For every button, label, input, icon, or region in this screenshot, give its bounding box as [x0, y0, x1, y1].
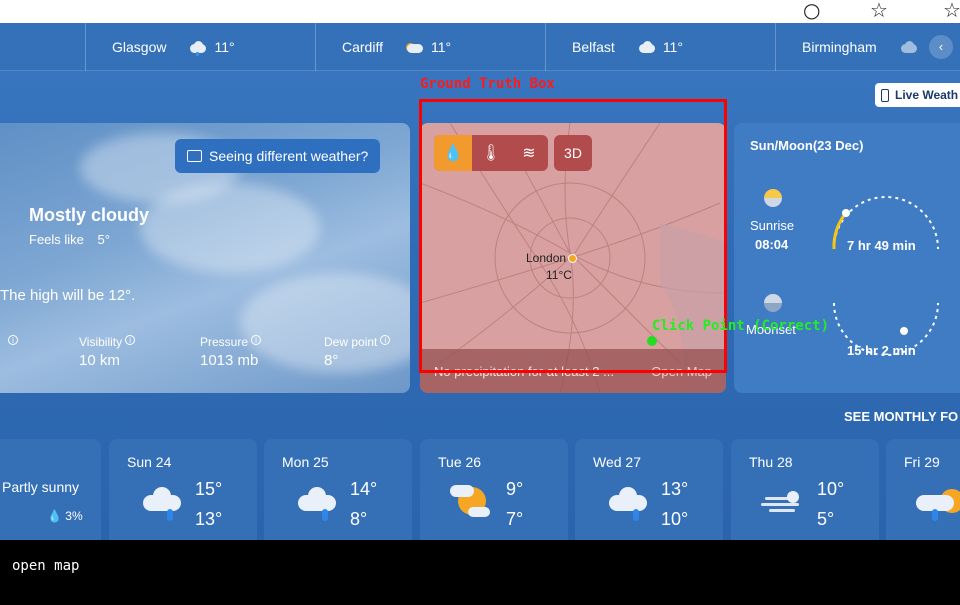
divider — [85, 23, 86, 71]
forecast-low: 10° — [661, 509, 689, 529]
favorites-star-icon[interactable]: ☆ — [870, 0, 888, 22]
info-icon[interactable]: i — [8, 335, 18, 345]
forecast-day[interactable]: Mon 25 14° 8° — [264, 439, 412, 540]
forecast-day[interactable]: Partly sunny 💧 3% — [0, 439, 101, 540]
metric-value: 10 km — [79, 352, 120, 369]
feels-like-label: Feels like — [29, 232, 84, 247]
rain-cloud-icon — [294, 483, 340, 523]
info-icon[interactable]: i — [380, 335, 391, 345]
sun-moon-title: Sun/Moon(23 Dec) — [750, 138, 864, 153]
sunrise-time: 08:04 — [755, 237, 789, 252]
forecast-day-name: Wed 27 — [593, 454, 641, 470]
seeing-different-weather-button[interactable]: Seeing different weather? — [175, 139, 380, 173]
city-temp: 11° — [662, 39, 683, 55]
precip-chance: 💧 3% — [47, 509, 83, 523]
divider — [315, 23, 316, 71]
forecast-day[interactable]: Fri 29 — [886, 439, 960, 540]
sunrise-label: Sunrise — [750, 218, 795, 233]
rain-cloud-icon — [605, 483, 651, 523]
forecast-day[interactable]: Wed 27 13° 10° — [575, 439, 723, 540]
current-conditions-card: Seeing different weather? Mostly cloudy … — [0, 123, 410, 393]
forecast-condition: Partly sunny — [2, 479, 80, 495]
profile-icon[interactable]: ○ — [803, 0, 820, 22]
city-temp: 11° — [430, 39, 452, 55]
forecast-day-name: Mon 25 — [282, 454, 329, 470]
divider — [775, 23, 776, 71]
forecast-high: 9° — [506, 479, 524, 499]
forecast-low: 7° — [506, 509, 524, 529]
city-cardiff[interactable]: Cardiff 11° — [342, 23, 451, 71]
condition-text: Mostly cloudy — [29, 205, 150, 225]
metric-value: 8° — [324, 352, 339, 369]
forecast-day-name: Sun 24 — [127, 454, 172, 470]
forecast-low: 8° — [350, 509, 368, 529]
live-weather-button[interactable]: Live Weath — [875, 83, 960, 107]
city-temp: 11° — [214, 39, 235, 55]
partly-sunny-icon — [916, 483, 960, 523]
info-icon[interactable]: i — [125, 335, 136, 345]
city-name: Belfast — [572, 39, 615, 55]
moon-length: 15 hr 2 min — [847, 343, 916, 358]
city-birmingham[interactable]: Birmingham — [802, 23, 919, 71]
divider — [545, 23, 546, 71]
forecast-day-name: Thu 28 — [749, 454, 793, 470]
metric-label: Dew point — [324, 335, 378, 349]
feels-like: Feels like 5° — [29, 232, 110, 247]
ground-truth-label: Ground Truth Box — [420, 76, 555, 92]
browser-toolbar: ○ ☆ ☆ — [0, 0, 960, 23]
raindrop-icon: 💧 — [47, 509, 62, 523]
partly-sunny-icon — [405, 40, 425, 54]
metric-label: Pressure — [200, 335, 249, 349]
feels-like-value: 5° — [97, 232, 110, 247]
forecast-high: 15° — [195, 479, 223, 499]
city-belfast[interactable]: Belfast 11° — [572, 23, 683, 71]
cloud-icon — [899, 40, 919, 54]
rain-cloud-icon — [188, 40, 208, 56]
city-glasgow[interactable]: Glasgow 11° — [112, 23, 235, 71]
forecast-low: 13° — [195, 509, 223, 529]
click-point-marker — [647, 336, 657, 346]
moonset-icon — [764, 294, 782, 312]
forecast-summary: The high will be 12°. — [0, 287, 136, 304]
precip-value: 3% — [65, 509, 83, 523]
see-monthly-forecast-link[interactable]: SEE MONTHLY FO — [844, 409, 958, 424]
forecast-day[interactable]: Tue 26 9° 7° — [420, 439, 568, 540]
wind-icon — [761, 483, 807, 523]
instruction-caption: open map — [12, 558, 80, 574]
partly-sunny-icon — [450, 483, 496, 523]
collections-icon[interactable]: ☆ — [943, 0, 960, 22]
metric-label: Visibility — [79, 335, 123, 349]
city-name: Cardiff — [342, 39, 383, 55]
live-weather-label: Live Weath — [895, 88, 959, 102]
metric-pressure: Pressure i 1013 mb — [200, 335, 262, 369]
rain-cloud-icon — [139, 483, 185, 523]
day-length: 7 hr 49 min — [847, 238, 916, 253]
forecast-day-name: Tue 26 — [438, 454, 482, 470]
sunrise-icon — [764, 189, 782, 207]
forecast-day[interactable]: Sun 24 15° 13° — [109, 439, 257, 540]
seeing-different-label: Seeing different weather? — [209, 148, 369, 164]
phone-icon — [881, 88, 889, 102]
city-name: Glasgow — [112, 39, 167, 55]
chevron-left-icon[interactable]: ‹ — [929, 35, 953, 59]
city-name: Birmingham — [802, 39, 877, 55]
forecast-day[interactable]: Thu 28 10° 5° — [731, 439, 879, 540]
click-point-label: Click Point (Correct) — [652, 318, 830, 334]
forecast-high: 14° — [350, 479, 378, 499]
forecast-high: 13° — [661, 479, 689, 499]
metric-value: 1013 mb — [200, 352, 259, 369]
forecast-high: 10° — [817, 479, 845, 499]
forecast-day-name: Fri 29 — [904, 454, 940, 470]
forecast-low: 5° — [817, 509, 835, 529]
city-strip: Glasgow 11° Cardiff 11° Belfast 11° Birm… — [0, 23, 960, 71]
metric-visibility: Visibility i 10 km — [79, 335, 136, 369]
cloud-icon — [637, 40, 657, 54]
chat-icon — [187, 150, 202, 162]
metric-dew-point: Dew point i 8° — [324, 335, 391, 369]
info-icon[interactable]: i — [251, 335, 262, 345]
sun-moon-card: Sun/Moon(23 Dec) Sunrise 08:04 7 hr 49 m… — [734, 123, 960, 393]
moon-arc — [833, 302, 939, 356]
